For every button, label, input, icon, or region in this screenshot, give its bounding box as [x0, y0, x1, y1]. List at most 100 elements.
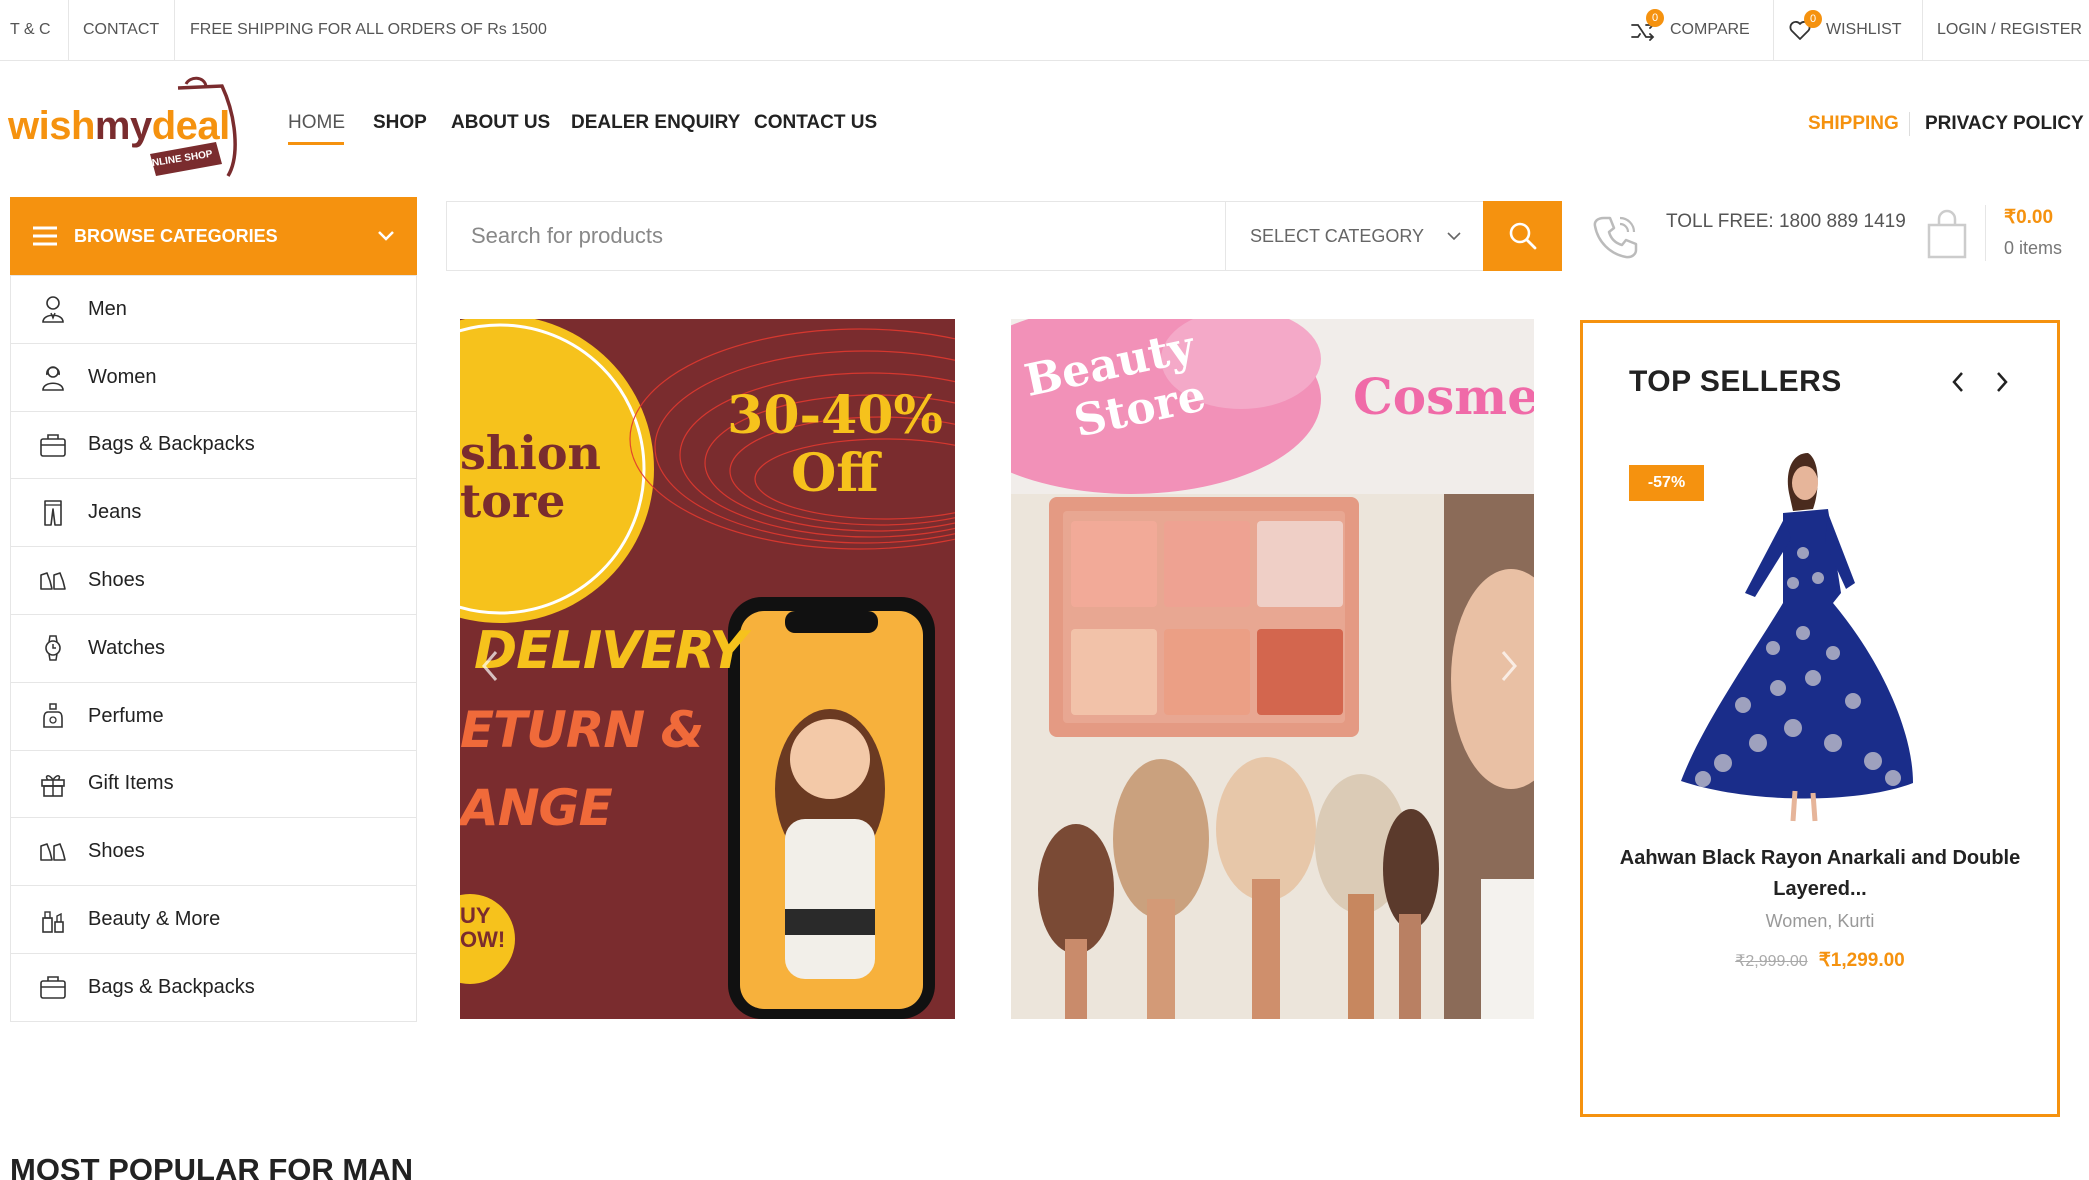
toll-free-number: TOLL FREE: 1800 889 1419: [1666, 211, 1906, 232]
heart-icon: 0: [1788, 10, 1822, 42]
perfume-icon: [38, 701, 68, 731]
free-shipping-note: FREE SHIPPING FOR ALL ORDERS OF Rs 1500: [190, 21, 547, 38]
category-label: Men: [88, 297, 127, 320]
man-icon: [38, 294, 68, 324]
search-input[interactable]: [447, 202, 1225, 270]
banner-return-text: ETURN &: [460, 701, 704, 759]
search-button[interactable]: [1483, 201, 1562, 271]
category-label: Shoes: [88, 840, 145, 863]
cart-item-count: 0 items: [2004, 238, 2063, 258]
category-label: Watches: [88, 636, 166, 659]
product-name[interactable]: Aahwan Black Rayon Anarkali and Double L…: [1613, 843, 2027, 905]
browse-categories-label: BROWSE CATEGORIES: [74, 225, 278, 246]
contact-link[interactable]: CONTACT: [83, 0, 159, 60]
category-label: Gift Items: [88, 772, 174, 795]
cart-total[interactable]: ₹0.00: [2004, 206, 2053, 229]
divider: [1922, 0, 1923, 60]
divider: [174, 0, 175, 60]
category-label: Beauty & More: [88, 908, 221, 931]
category-label: Perfume: [88, 704, 164, 727]
login-register-link[interactable]: LOGIN / REGISTER: [1937, 0, 2082, 60]
top-sellers-title: TOP SELLERS: [1629, 365, 1842, 398]
category-item-perfume[interactable]: Perfume: [11, 681, 416, 750]
shopping-bag-icon[interactable]: [1925, 209, 1969, 266]
logo-text: wishmydeal: [8, 104, 230, 148]
shoes-icon: [38, 837, 68, 867]
nav-privacy-policy[interactable]: PRIVACY POLICY: [1925, 113, 2084, 135]
sale-price: ₹1,299.00: [1818, 950, 1905, 971]
category-select-value: SELECT CATEGORY: [1250, 225, 1425, 246]
browse-categories-toggle[interactable]: BROWSE CATEGORIES: [10, 197, 417, 275]
gift-icon: [38, 769, 68, 799]
nav-home[interactable]: HOME: [288, 112, 345, 134]
fashion-store-banner[interactable]: shion tore 30-40% Off DELIVERY ETURN & ANG…: [460, 319, 955, 1019]
top-sellers-widget: TOP SELLERS -57% Aahwan Black Rayon Anar…: [1580, 320, 2060, 1117]
chevron-right-icon[interactable]: [1987, 367, 2017, 397]
woman-icon: [38, 362, 68, 392]
banner-delivery-text: DELIVERY: [474, 621, 747, 681]
category-item-bags[interactable]: Bags & Backpacks: [11, 410, 416, 479]
compare-link[interactable]: 0 COMPARE: [1630, 0, 1750, 60]
product-search: SELECT CATEGORY: [446, 201, 1562, 271]
banner-exchange-text: ANGE: [460, 779, 613, 837]
chevron-right-icon[interactable]: [1499, 649, 1519, 688]
banner-cosmetics-text: Cosmet: [1353, 367, 1534, 426]
category-item-shoes[interactable]: Shoes: [11, 546, 416, 614]
nav-contact[interactable]: CONTACT US: [754, 112, 877, 134]
phone-icon: [1590, 212, 1640, 267]
bag-icon: [38, 972, 68, 1002]
bag-icon: [38, 430, 68, 460]
category-item-men[interactable]: Men: [11, 275, 416, 343]
category-item-beauty[interactable]: Beauty & More: [11, 885, 416, 953]
beauty-store-banner[interactable]: BeautyStore Cosmet: [1011, 319, 1534, 1019]
site-logo[interactable]: wishmydeal ONLINE SHOP: [8, 76, 243, 180]
nav-shipping[interactable]: SHIPPING: [1808, 113, 1899, 135]
category-label: Jeans: [88, 501, 142, 524]
category-item-bags[interactable]: Bags & Backpacks: [11, 952, 416, 1021]
beauty-icon: [38, 905, 68, 935]
old-price: ₹2,999.00: [1735, 953, 1808, 970]
search-icon: [1508, 221, 1538, 251]
divider: [1773, 0, 1774, 60]
wishlist-link[interactable]: 0 WISHLIST: [1788, 0, 1902, 60]
product-price: ₹2,999.00 ₹1,299.00: [1613, 949, 2027, 972]
product-categories[interactable]: Women, Kurti: [1613, 911, 2027, 932]
divider: [68, 0, 69, 60]
category-select[interactable]: SELECT CATEGORY: [1225, 202, 1483, 270]
wishlist-label: WISHLIST: [1826, 21, 1902, 38]
section-title: MOST POPULAR FOR MAN: [10, 1152, 413, 1180]
category-item-shoes[interactable]: Shoes: [11, 817, 416, 885]
nav-about[interactable]: ABOUT US: [451, 112, 550, 134]
nav-shop[interactable]: SHOP: [373, 112, 427, 134]
divider: [1909, 112, 1910, 136]
chevron-down-icon: [1447, 231, 1461, 241]
menu-icon: [32, 226, 58, 246]
watch-icon: [38, 633, 68, 663]
compare-count-badge: 0: [1646, 9, 1664, 27]
category-label: Shoes: [88, 569, 145, 592]
terms-link[interactable]: T & C: [10, 0, 51, 60]
chevron-left-icon[interactable]: [1943, 367, 1973, 397]
shoes-icon: [38, 566, 68, 596]
compare-icon: 0: [1630, 9, 1664, 43]
discount-badge: -57%: [1629, 465, 1704, 501]
jeans-icon: [38, 498, 68, 528]
divider: [1985, 205, 1986, 261]
wishlist-count-badge: 0: [1804, 10, 1822, 28]
category-label: Women: [88, 365, 157, 388]
banner-offer-text: 30-40% Off: [727, 385, 943, 504]
chevron-down-icon: [377, 230, 395, 242]
active-nav-underline: [288, 142, 344, 145]
compare-label: COMPARE: [1670, 21, 1750, 38]
nav-dealer-enquiry[interactable]: DEALER ENQUIRY: [571, 112, 740, 134]
category-label: Bags & Backpacks: [88, 975, 255, 998]
category-list: Men Women Bags & Backpacks Jeans Shoes W…: [10, 275, 417, 1022]
banner-buy-now-badge: UY OW!: [460, 903, 506, 952]
chevron-left-icon[interactable]: [480, 649, 500, 688]
category-label: Bags & Backpacks: [88, 433, 255, 456]
category-item-gift-items[interactable]: Gift Items: [11, 749, 416, 818]
category-item-jeans[interactable]: Jeans: [11, 478, 416, 546]
category-item-women[interactable]: Women: [11, 342, 416, 411]
category-item-watches[interactable]: Watches: [11, 613, 416, 682]
banner-brand-text: shion tore: [460, 426, 601, 528]
